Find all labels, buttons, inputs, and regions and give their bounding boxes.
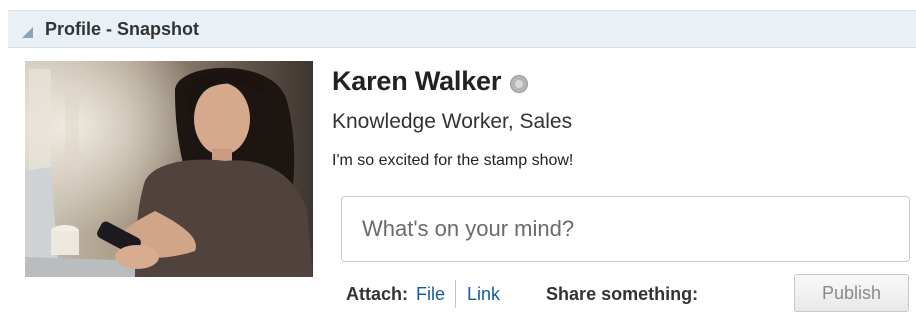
link-divider — [455, 280, 457, 308]
share-label: Share something: — [546, 283, 699, 304]
avatar-photo-illustration — [25, 61, 313, 277]
user-job-title: Knowledge Worker, Sales — [332, 110, 573, 133]
attach-link-link[interactable]: Link — [467, 284, 500, 305]
status-message: I'm so excited for the stamp show! — [332, 152, 574, 169]
avatar — [25, 61, 313, 277]
profile-snapshot-panel: Profile - Snapshot Karen Walker Knowledg… — [0, 0, 916, 314]
publish-button[interactable]: Publish — [794, 274, 909, 312]
presence-status-icon — [510, 74, 529, 93]
status-update-input[interactable] — [341, 196, 910, 262]
panel-title: Profile - Snapshot — [45, 18, 200, 39]
name-row: Karen Walker — [332, 66, 529, 97]
attach-file-link[interactable]: File — [416, 284, 445, 305]
user-name[interactable]: Karen Walker — [332, 66, 501, 97]
panel-header[interactable]: Profile - Snapshot — [8, 10, 916, 48]
collapse-triangle-icon[interactable] — [22, 26, 33, 38]
attach-label: Attach: — [346, 283, 408, 304]
composer-actions: Attach: File Link Share something: — [346, 277, 698, 311]
